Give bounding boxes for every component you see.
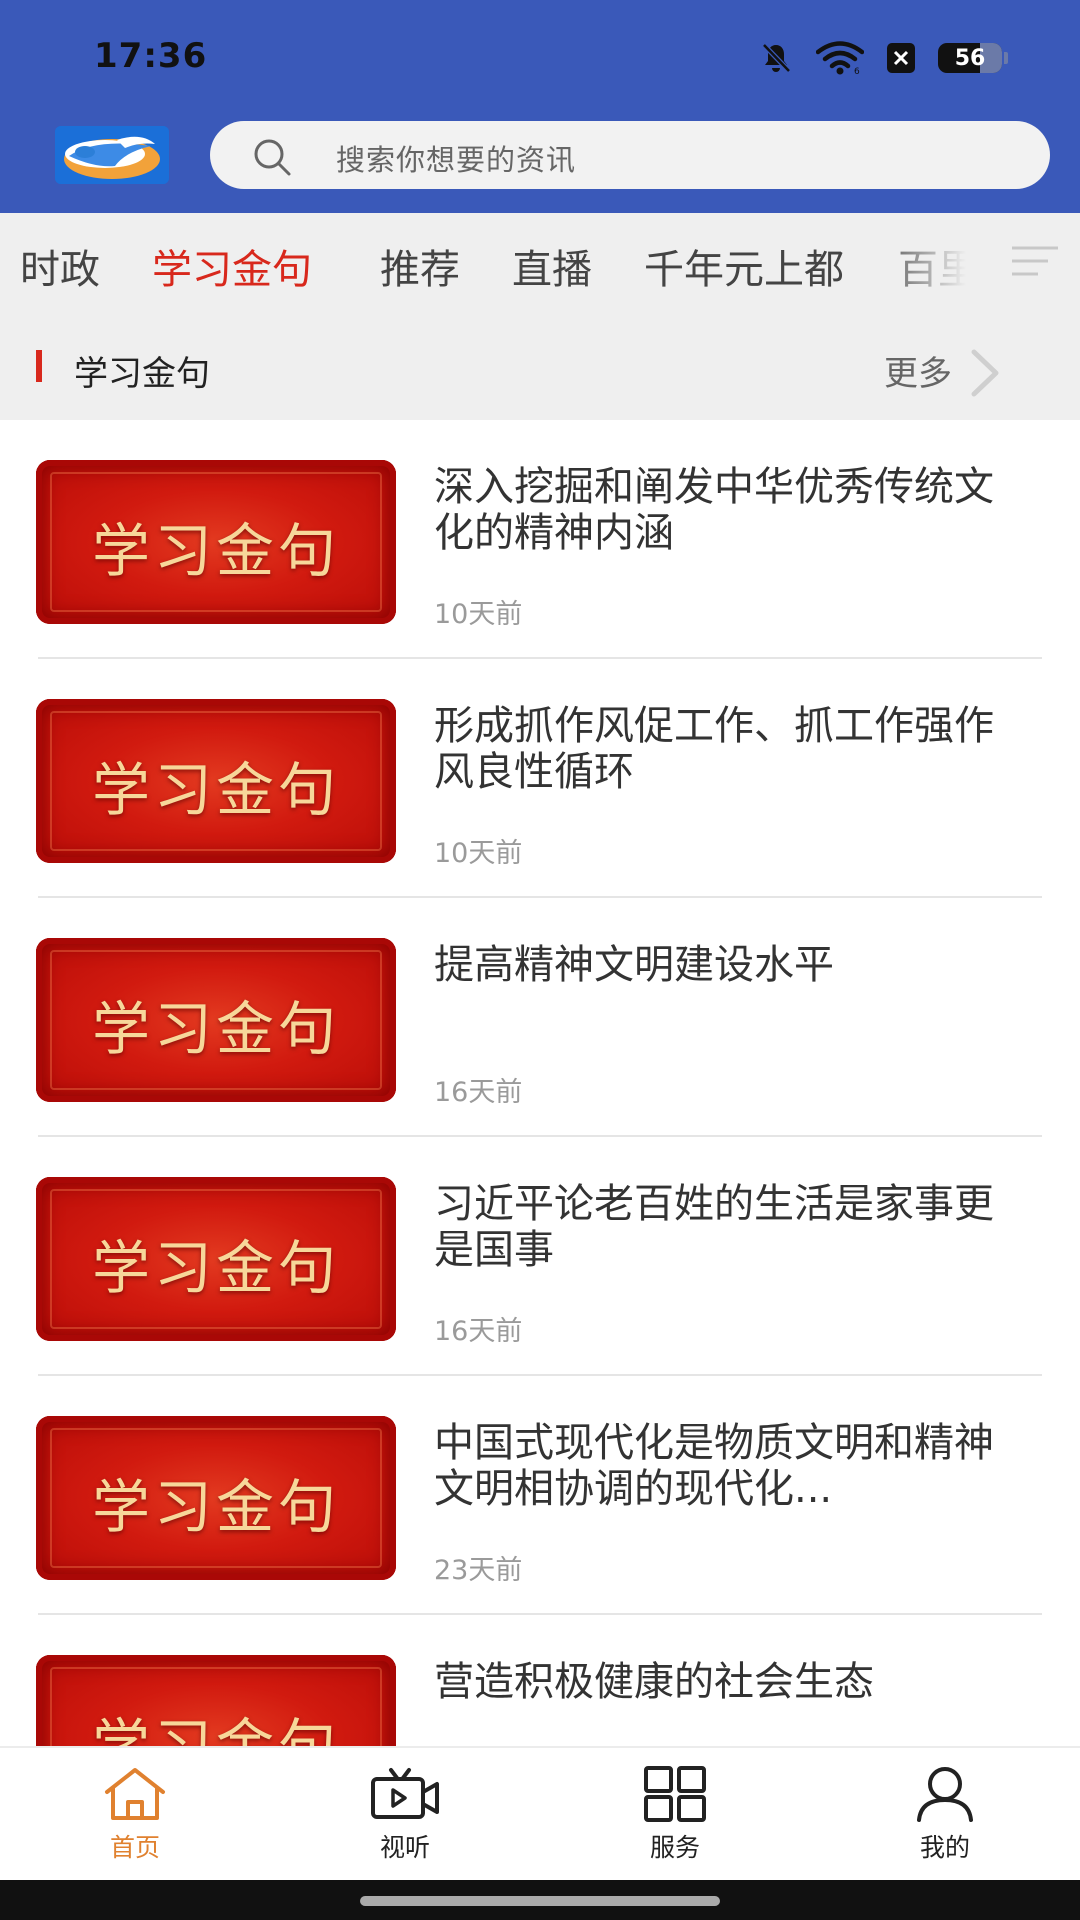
category-tabs: 时政 学习金句 推荐 直播 千年元上都 百里 xyxy=(0,213,1080,310)
nav-video-label: 视听 xyxy=(379,1833,430,1862)
search-placeholder: 搜索你想要的资讯 xyxy=(336,143,577,177)
news-item[interactable]: 学习金句 习近平论老百姓的生活是家事更是国事 16天前 xyxy=(0,1137,1080,1376)
chevron-right-icon[interactable] xyxy=(968,348,1002,398)
nav-home[interactable]: 首页 xyxy=(35,1766,235,1864)
news-title: 深入挖掘和阐发中华优秀传统文化的精神内涵 xyxy=(434,464,994,556)
home-gesture-handle[interactable] xyxy=(360,1896,720,1906)
news-item[interactable]: 学习金句 形成抓作风促工作、抓工作强作风良性循环 10天前 xyxy=(0,659,1080,898)
news-title: 中国式现代化是物质文明和精神文明相协调的现代化... xyxy=(434,1420,994,1512)
news-time: 23天前 xyxy=(434,1555,523,1586)
tab-fade xyxy=(870,213,990,310)
battery-level: 56 xyxy=(954,45,986,71)
news-time: 10天前 xyxy=(434,599,523,630)
thumbnail-text: 学习金句 xyxy=(91,517,340,585)
menu-lines-icon xyxy=(1012,246,1058,275)
mute-bell-icon xyxy=(762,43,791,73)
video-icon xyxy=(371,1768,439,1819)
tab-qiannian-yuanshangdu[interactable]: 千年元上都 xyxy=(644,237,844,295)
news-time: 16天前 xyxy=(434,1316,523,1347)
system-gesture-bar xyxy=(0,1880,1080,1920)
news-item[interactable]: 学习金句 深入挖掘和阐发中华优秀传统文化的精神内涵 10天前 xyxy=(0,420,1080,659)
status-icons: 6 56 xyxy=(758,38,1008,78)
nav-services[interactable]: 服务 xyxy=(575,1766,775,1864)
news-thumbnail: 学习金句 xyxy=(36,699,396,863)
news-item[interactable]: 学习金句 提高精神文明建设水平 16天前 xyxy=(0,898,1080,1137)
news-title: 营造积极健康的社会生态 xyxy=(434,1659,874,1705)
svg-text:6: 6 xyxy=(854,67,860,75)
app-logo[interactable] xyxy=(55,126,169,184)
section-title: 学习金句 xyxy=(74,354,210,394)
news-item[interactable]: 学习金句 中国式现代化是物质文明和精神文明相协调的现代化... 23天前 xyxy=(0,1376,1080,1615)
thumbnail-text: 学习金句 xyxy=(91,756,340,824)
news-title: 形成抓作风促工作、抓工作强作风良性循环 xyxy=(434,703,994,795)
tab-xuexi-jinju[interactable]: 学习金句 xyxy=(152,237,312,295)
news-item[interactable]: 学习金句 营造积极健康的社会生态 xyxy=(0,1615,1080,1746)
news-title: 习近平论老百姓的生活是家事更是国事 xyxy=(434,1181,994,1273)
tab-zhibo[interactable]: 直播 xyxy=(512,237,592,295)
search-icon xyxy=(254,139,291,176)
nav-profile[interactable]: 我的 xyxy=(845,1766,1045,1864)
tab-tuijian[interactable]: 推荐 xyxy=(380,237,460,295)
section-header: 学习金句 更多 xyxy=(0,310,1080,420)
thumbnail-text: 学习金句 xyxy=(91,1712,340,1746)
tab-shizheng[interactable]: 时政 xyxy=(20,237,100,295)
bottom-navigation: 首页 视听 服务 我的 xyxy=(0,1746,1080,1880)
thumbnail-text: 学习金句 xyxy=(91,995,340,1063)
news-thumbnail: 学习金句 xyxy=(36,1416,396,1580)
logo-icon xyxy=(55,126,169,184)
sim-off-icon xyxy=(887,43,915,73)
news-thumbnail: 学习金句 xyxy=(36,1177,396,1341)
news-thumbnail: 学习金句 xyxy=(36,460,396,624)
section-marker xyxy=(36,350,42,382)
nav-profile-label: 我的 xyxy=(919,1833,970,1862)
news-list: 学习金句 深入挖掘和阐发中华优秀传统文化的精神内涵 10天前 学习金句 形成抓作… xyxy=(0,420,1080,1746)
home-icon xyxy=(105,1768,165,1820)
nav-home-label: 首页 xyxy=(109,1833,160,1862)
news-title: 提高精神文明建设水平 xyxy=(434,942,834,988)
news-thumbnail: 学习金句 xyxy=(36,938,396,1102)
battery-indicator: 56 xyxy=(938,43,1008,73)
grid-icon xyxy=(644,1766,706,1822)
wifi-icon: 6 xyxy=(816,41,864,75)
status-bar: 17:36 6 56 xyxy=(0,0,1080,110)
news-thumbnail: 学习金句 xyxy=(36,1655,396,1746)
nav-video[interactable]: 视听 xyxy=(305,1766,505,1864)
more-link[interactable]: 更多 xyxy=(884,346,952,395)
nav-services-label: 服务 xyxy=(649,1833,700,1862)
search-input[interactable]: 搜索你想要的资讯 xyxy=(210,121,1050,189)
news-time: 16天前 xyxy=(434,1077,523,1108)
thumbnail-text: 学习金句 xyxy=(91,1473,340,1541)
user-icon xyxy=(917,1767,973,1822)
app-header: 17:36 6 56 搜索你想要的资讯 xyxy=(0,0,1080,213)
status-time: 17:36 xyxy=(94,36,208,76)
thumbnail-text: 学习金句 xyxy=(91,1234,340,1302)
news-time: 10天前 xyxy=(434,838,523,869)
tab-menu-button[interactable] xyxy=(990,213,1080,310)
